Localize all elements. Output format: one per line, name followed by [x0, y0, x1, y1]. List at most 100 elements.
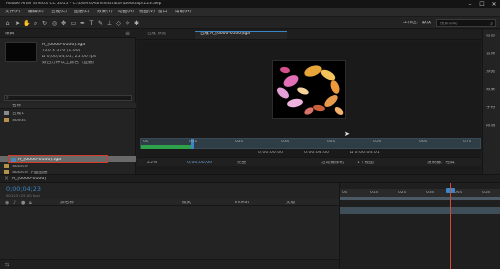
menu-effect[interactable]: 效果(T) — [97, 10, 113, 15]
tick-label: 03s — [426, 191, 435, 195]
type-tool-icon[interactable]: T — [88, 20, 95, 27]
item-name: A_[0000-0100].tga — [42, 43, 86, 47]
menu-edit[interactable]: 编辑(E) — [28, 10, 44, 15]
menu-layer[interactable]: 图层(L) — [74, 10, 89, 15]
mask-tool-icon[interactable]: ▭ — [70, 20, 77, 27]
panel-character[interactable]: 字符 — [486, 106, 495, 111]
mouse-cursor-icon: ➤ — [344, 130, 350, 138]
panel-info[interactable]: 信息 — [486, 34, 495, 39]
time-end[interactable]: 0:00:04:00 — [304, 151, 329, 156]
tools-toolbar: ⌂ ➤ ✋ ⌕ ↻ ◎ ✥ ▭ ✒ T ✎ ⊥ ◇ ✧ ✱ 工作区: 默认 搜索… — [0, 17, 500, 29]
tick-label: 02s — [235, 140, 244, 144]
project-panel: 项目 ≡ A_[0000-0100].tga 720 x 576 (1.00) … — [0, 30, 136, 174]
list-item-label: Solids — [12, 118, 26, 123]
mini-timeline-ruler[interactable]: 0s 01s 02s 03s 04s 05s 06s 07s — [140, 138, 481, 149]
eraser-tool-icon[interactable]: ◇ — [115, 20, 122, 27]
views-dropdown[interactable]: 1个视图 — [357, 161, 374, 166]
panel-menu-icon[interactable]: ≡ — [125, 30, 130, 37]
selection-tool-icon[interactable]: ➤ — [14, 20, 21, 27]
time-start[interactable]: 0:00:00:00 — [258, 151, 283, 156]
column-mode[interactable]: 模式 — [182, 201, 191, 206]
resolution-dropdown[interactable]: 完整 — [237, 161, 246, 166]
menu-help[interactable]: 帮助(H) — [175, 10, 191, 15]
layer-duration-bar[interactable] — [340, 207, 500, 214]
viewer-controls: 25% 0;00;00;00 完整 活动摄像机 1个视图 渲染器：经典 — [137, 157, 481, 166]
layer-column-header: ◉ ♪ ● 🔒︎ 源名称 模式 TrkMat 父级 — [0, 199, 339, 206]
timeline-timecode[interactable]: 0;00;04;23 — [6, 186, 41, 192]
timeline-graph[interactable]: 0s 01s 02s 03s 04s 05s — [339, 183, 500, 269]
tick-label: 01s — [189, 140, 198, 144]
column-source-name[interactable]: 源名称 — [60, 201, 74, 206]
zoom-tool-icon[interactable]: ⌕ — [32, 20, 39, 27]
work-area-bar[interactable] — [340, 197, 500, 200]
minimize-button[interactable]: – — [464, 0, 476, 8]
hand-tool-icon[interactable]: ✋ — [23, 20, 30, 27]
menu-file[interactable]: 文件(F) — [5, 10, 20, 15]
viewer-tabs: 合成 预览 合成 A_[0000-0100]tga — [137, 30, 481, 40]
list-item[interactable]: Solids — [0, 118, 136, 124]
menu-window[interactable]: 窗口 — [158, 10, 167, 15]
tick-label: 06s — [419, 140, 428, 144]
selection-highlight-box: A_[0000-0100].tga — [8, 155, 108, 163]
column-parent[interactable]: 父级 — [286, 201, 295, 206]
camera-tool-icon[interactable]: ◎ — [51, 20, 58, 27]
menu-view[interactable]: 视图(V) — [139, 10, 155, 15]
panel-effects[interactable]: 效果 — [486, 88, 495, 93]
footage-icon — [11, 157, 16, 162]
menu-bar: 文件(F) 编辑(E) 合成(C) 图层(L) 效果(T) 动画(A) 视图(V… — [0, 8, 500, 17]
tick-label: 04s — [327, 140, 336, 144]
timeline-tab[interactable]: A_[0000-0100] — [12, 177, 46, 182]
column-trkmat[interactable]: TrkMat — [234, 201, 249, 206]
eye-icon[interactable]: ◉ — [5, 200, 9, 206]
search-icon: ⌕ — [490, 20, 493, 27]
tab-layer-preview[interactable]: 合成 预览 — [147, 32, 166, 39]
workspace-label: 工作区: — [403, 21, 419, 25]
menu-animation[interactable]: 动画(A) — [118, 10, 134, 15]
search-help-field[interactable]: 搜索帮助 ⌕ — [436, 19, 496, 27]
audio-icon[interactable]: ♪ — [13, 200, 16, 206]
column-name[interactable]: 名称 — [12, 104, 21, 109]
list-item-label: 合成1 — [12, 111, 25, 116]
preview-progress-bar — [141, 145, 191, 149]
workspace-dropdown[interactable]: 默认 — [422, 21, 431, 26]
toggle-switches-icon[interactable]: ⇆ — [5, 262, 9, 268]
composition-frame[interactable] — [272, 60, 346, 119]
current-time-indicator-line[interactable] — [450, 183, 451, 269]
list-item-label: A_[0000-0100].tga — [18, 157, 62, 162]
viewer-timecode[interactable]: 0;00;00;00 — [187, 161, 212, 166]
stamp-tool-icon[interactable]: ⊥ — [106, 20, 113, 27]
folder-icon — [4, 164, 9, 168]
project-panel-title[interactable]: 项目 — [5, 32, 14, 37]
window-title: Adobe After Effects CC 2015 - C:\Users\A… — [6, 1, 162, 6]
list-item[interactable]: 合成1 — [0, 111, 136, 117]
pan-behind-tool-icon[interactable]: ✥ — [60, 20, 67, 27]
maximize-button[interactable]: ☐ — [476, 0, 488, 8]
close-tab-icon[interactable]: × — [4, 175, 9, 182]
home-icon[interactable]: ⌂ — [4, 20, 11, 27]
lock-icon[interactable]: 🔒︎ — [29, 200, 32, 206]
tab-composition[interactable]: 合成 A_[0000-0100]tga — [200, 32, 250, 39]
rotate-tool-icon[interactable]: ↻ — [41, 20, 48, 27]
time-duration[interactable]: Δ 0:00:04:01 — [350, 151, 380, 156]
tick-label: 05s — [373, 140, 382, 144]
renderer-label[interactable]: 渲染器：经典 — [427, 161, 455, 166]
time-range-readout: 0:00:00:00 0:00:04:00 Δ 0:00:04:01 — [250, 151, 450, 157]
solo-icon[interactable]: ● — [21, 200, 25, 206]
panel-paragraph[interactable]: 段落 — [486, 124, 495, 129]
item-duration: Δ 0;00;04;01, 25.00 fps — [42, 55, 97, 59]
camera-dropdown[interactable]: 活动摄像机 — [321, 161, 344, 166]
search-help-placeholder: 搜索帮助 — [440, 21, 458, 26]
pen-tool-icon[interactable]: ✒ — [79, 20, 86, 27]
magnification-dropdown[interactable]: 25% — [147, 161, 157, 166]
list-item-label: Source — [12, 164, 28, 169]
puppet-tool-icon[interactable]: ✱ — [133, 20, 140, 27]
panel-audio[interactable]: 音频 — [486, 52, 495, 57]
close-button[interactable]: ✕ — [488, 0, 500, 8]
brush-tool-icon[interactable]: ✎ — [97, 20, 104, 27]
right-panel-strip: 信息 音频 预览 效果 字符 段落 — [482, 30, 500, 174]
menu-composition[interactable]: 合成(C) — [51, 10, 67, 15]
project-column-header: 名称 — [0, 103, 136, 109]
roto-brush-icon[interactable]: ✧ — [124, 20, 131, 27]
project-search-field[interactable]: ⌕ — [4, 95, 132, 101]
panel-preview[interactable]: 预览 — [486, 70, 495, 75]
